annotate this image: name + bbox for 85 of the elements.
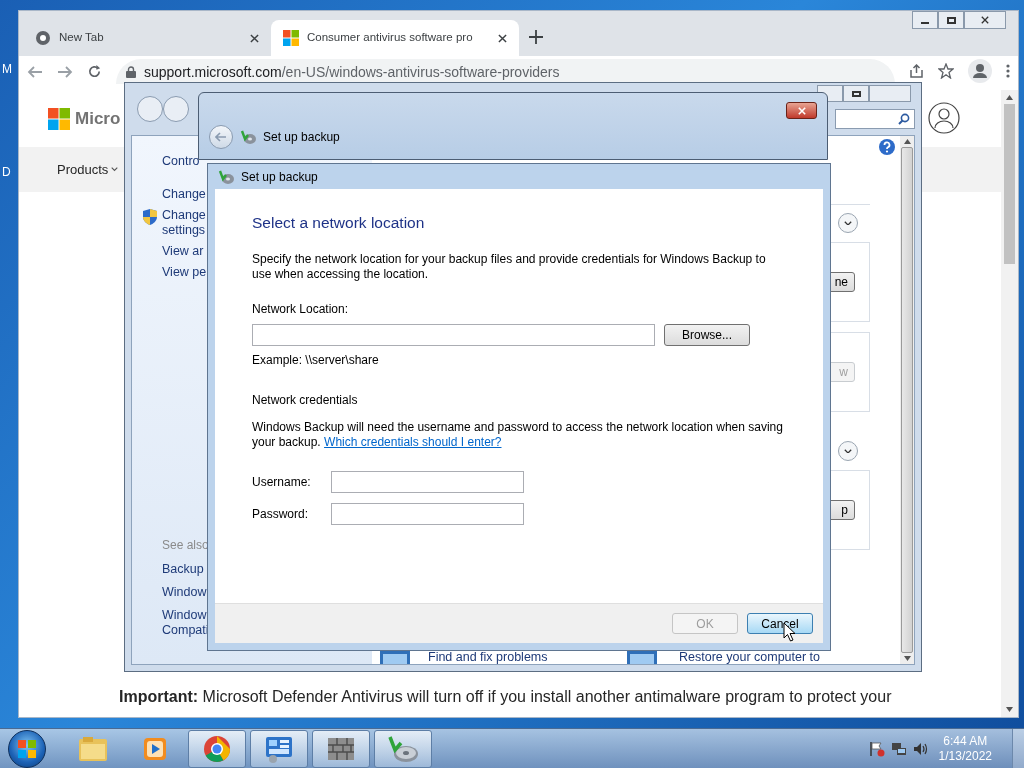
intro-text: Specify the network location for your backup files and provide credentials for Windows Backup to use when accessing the location. [252,252,767,283]
forward-arrow-icon[interactable] [57,65,73,79]
search-field[interactable] [835,109,915,129]
password-field[interactable] [331,503,524,526]
address-bar[interactable]: support.microsoft.com/en-US/windows-antivirus-software-providers [116,59,895,84]
chrome-icon [35,30,51,46]
desktop-icon-label: D [2,164,11,181]
help-link[interactable]: Which credentials should I enter? [324,435,502,450]
profile-icon[interactable] [968,59,992,83]
taskbar-button[interactable] [374,729,432,768]
maximize-button[interactable] [843,85,869,102]
close-icon [797,106,806,115]
credentials-text: Windows Backup will need the username and password to access the network location when saving your backup. Which credentials should I enter? [252,420,784,451]
scroll-up-icon[interactable] [1006,95,1013,100]
example-text: Example: \\server\share [252,352,380,370]
forward-button[interactable] [163,96,189,122]
search-icon [898,113,910,125]
section-heading: Network credentials [252,392,359,410]
maximize-button[interactable] [938,11,964,29]
taskbar-button[interactable] [312,729,370,768]
browser-tab[interactable]: New Tab [23,20,271,56]
location-field[interactable] [252,324,655,347]
scroll-up-icon[interactable] [903,139,911,144]
field-label: Username: [252,474,312,492]
disk-arrow-icon [217,168,235,185]
start-button[interactable] [8,729,46,768]
scroll-down-icon[interactable] [903,656,911,661]
taskbar-button[interactable] [250,729,308,768]
username-field[interactable] [331,471,524,494]
reload-icon[interactable] [87,64,102,79]
close-icon [981,16,989,24]
tab-title: Consumer antivirus software pro [307,30,473,46]
window-title: Set up backup [263,129,340,146]
lock-icon [126,65,136,78]
tab-title: New Tab [59,30,104,46]
expand-button[interactable] [838,441,858,461]
close-icon[interactable] [498,33,507,43]
menu-icon[interactable] [1006,64,1010,78]
notice-text: Important: Microsoft Defender Antivirus will turn off if you install another antimalware program to protect your [118,687,893,707]
task-link[interactable]: Restore your computer to [679,650,821,664]
plus-icon[interactable] [529,30,543,44]
scroll-thumb[interactable] [901,147,913,653]
back-button[interactable] [137,96,163,122]
dialog-heading: Select a network location [252,213,426,233]
chevron-down-icon [111,167,119,172]
minimize-button[interactable] [912,11,938,29]
network-icon[interactable] [890,740,907,757]
field-label: Password: [252,506,310,524]
star-icon[interactable] [938,63,954,79]
expand-button[interactable] [838,213,858,233]
computer-icon [627,651,657,664]
chevron-down-icon [844,448,852,454]
windows-logo-icon [283,30,299,46]
close-icon[interactable] [250,33,259,43]
url-text: support.microsoft.com/en-US/windows-antivirus-software-providers [144,63,560,80]
back-arrow-icon [215,132,227,142]
share-icon[interactable] [909,64,924,78]
flag-alert-icon[interactable] [868,740,885,757]
desktop-icon-label: M [2,61,12,78]
show-desktop-button[interactable] [1012,728,1024,768]
back-arrow-icon[interactable] [27,65,43,79]
task-link[interactable]: Find and fix problems [428,650,548,664]
disk-arrow-icon[interactable] [386,733,420,764]
computer-icon [380,651,410,664]
see-also-link[interactable]: Backup [162,562,208,577]
back-button[interactable] [209,125,233,149]
scroll-thumb[interactable] [1004,104,1015,264]
see-also-link[interactable]: Window [162,585,208,600]
logo-text: Micro [75,107,121,130]
shield-icon [142,208,158,226]
microsoft-logo-icon [48,107,70,130]
disk-arrow-icon [239,129,257,145]
window-title: Set up backup [241,168,318,186]
browse-button[interactable]: Browse... [664,324,750,347]
browser-tab[interactable]: Consumer antivirus software pro [271,20,519,56]
close-button[interactable] [786,102,817,119]
scroll-down-icon[interactable] [1006,707,1013,712]
account-icon[interactable] [928,102,960,134]
chevron-down-icon [844,220,852,226]
chrome-icon[interactable] [202,733,232,764]
taskbar-button[interactable] [188,729,246,768]
nav-link[interactable]: Products [57,159,109,180]
field-label: Network Location: [252,301,350,319]
windows-logo-icon [18,739,36,758]
help-icon[interactable] [879,139,895,155]
